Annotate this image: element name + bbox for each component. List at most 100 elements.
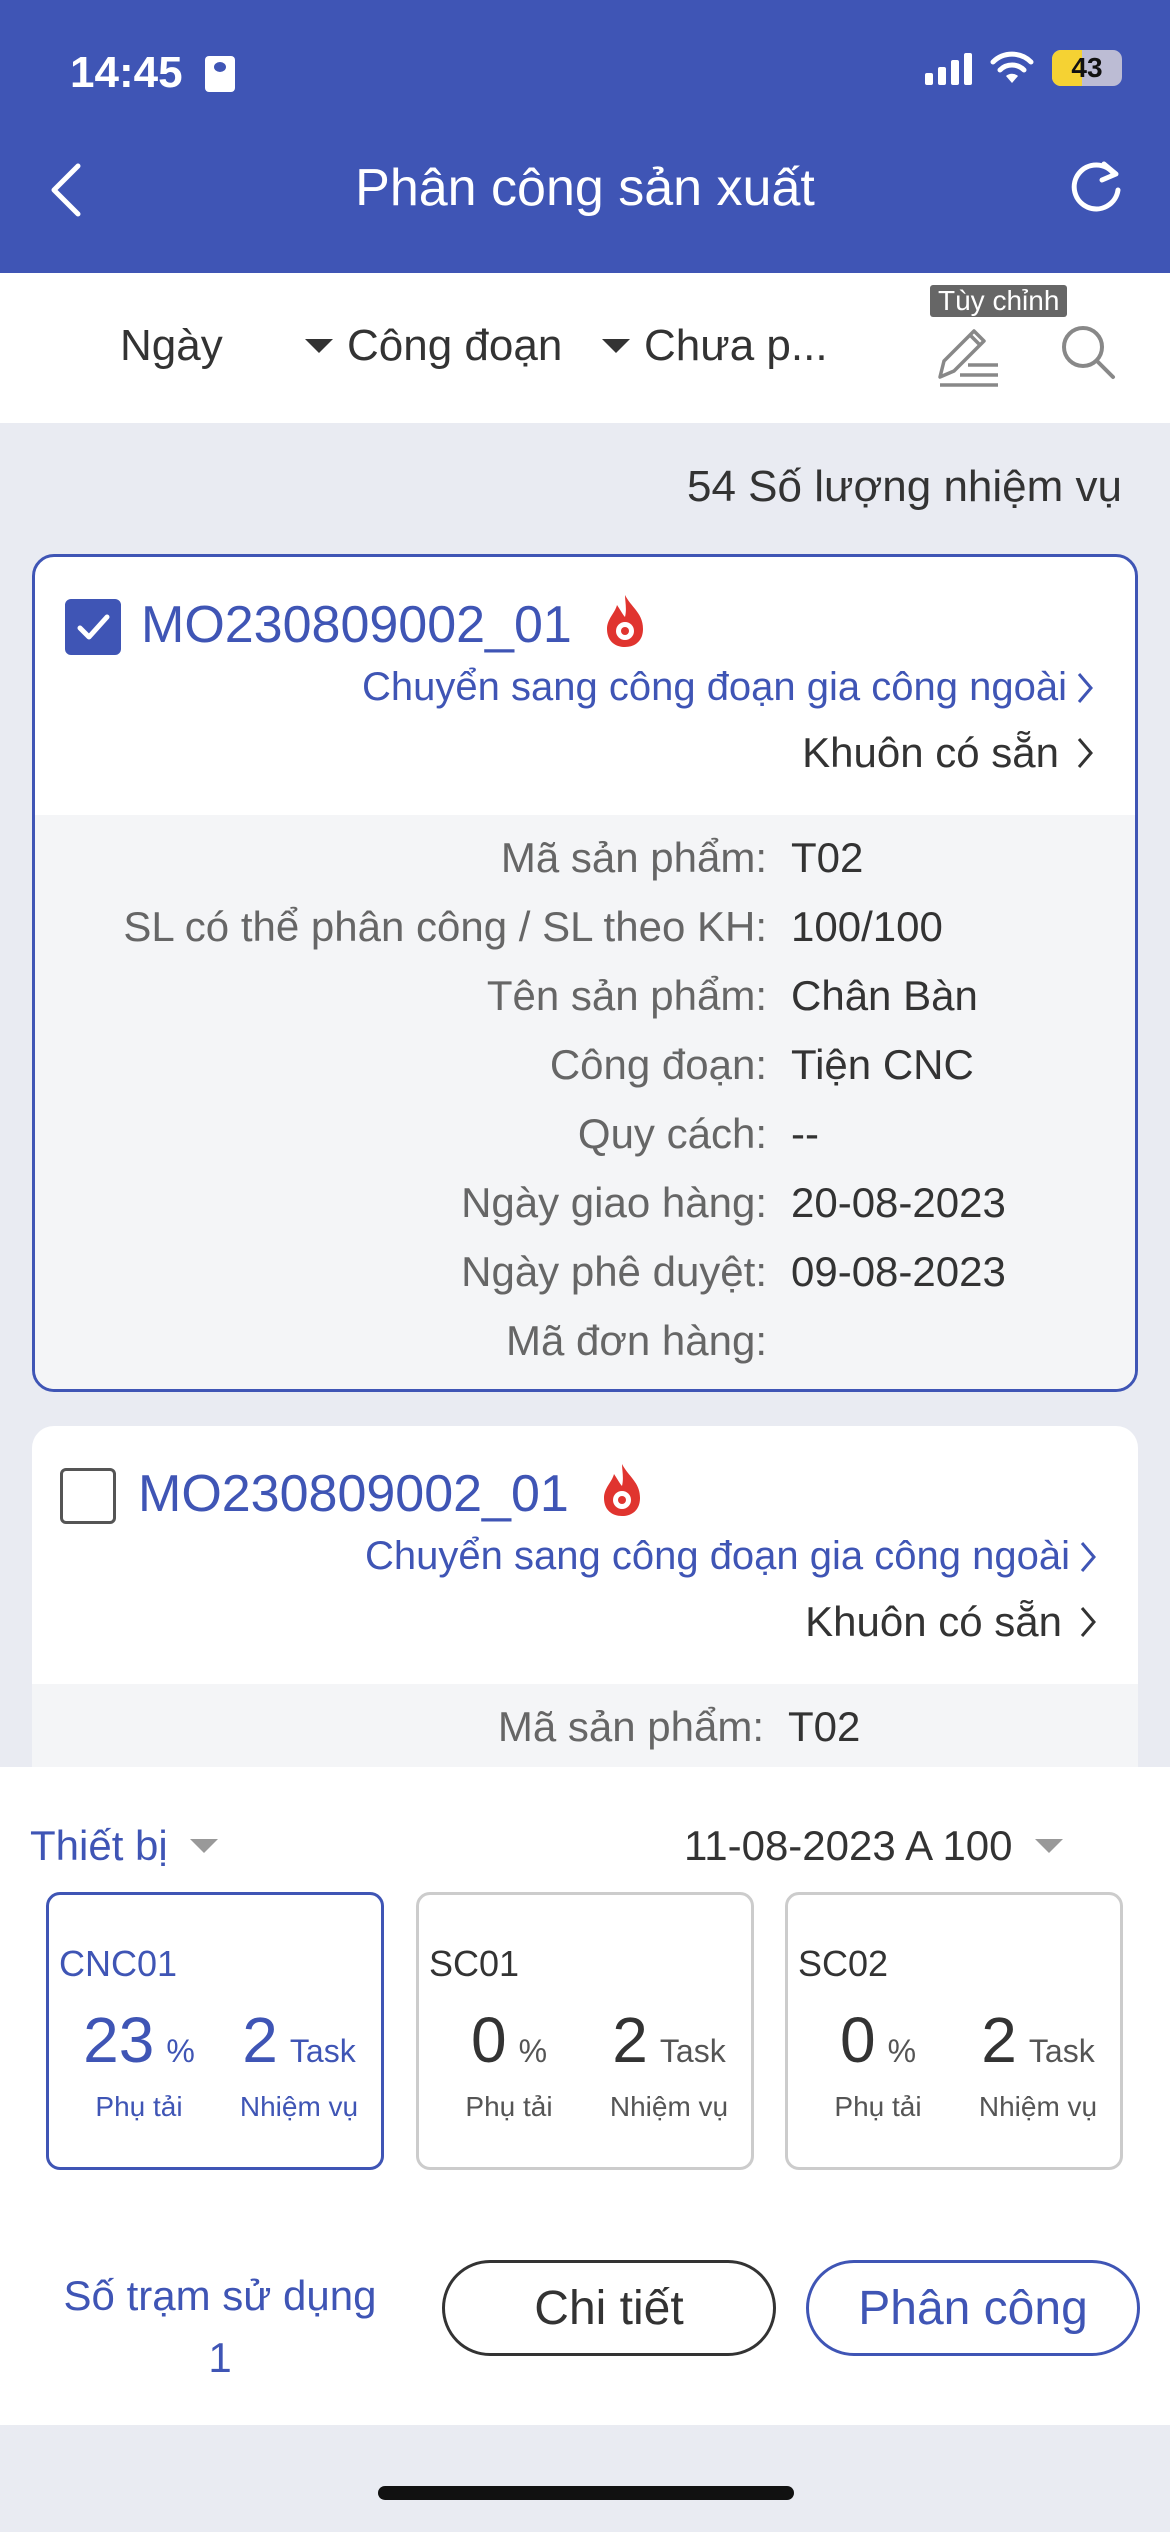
detail-row: Công đoạn: Tiện CNC bbox=[35, 1030, 1135, 1099]
detail-value: Tiện CNC bbox=[791, 1040, 974, 1088]
tasks-unit: Task bbox=[659, 2033, 726, 2069]
status-time: 14:45 bbox=[70, 48, 183, 97]
mold-link[interactable]: Khuôn có sẵn bbox=[805, 1598, 1098, 1646]
tasks-caption: Nhiệm vụ bbox=[239, 2091, 359, 2122]
outsource-link[interactable]: Chuyển sang công đoạn gia công ngoài bbox=[362, 665, 1095, 710]
detail-label: Ngày giao hàng: bbox=[461, 1178, 767, 1226]
task-checkbox[interactable] bbox=[65, 599, 121, 655]
home-indicator bbox=[378, 2486, 794, 2500]
detail-label: Công đoạn: bbox=[549, 1040, 767, 1088]
page-title: Phân công sản xuất bbox=[355, 159, 815, 217]
machine-card[interactable]: SC01 0% Phụ tải 2 Task Nhiệm vụ bbox=[416, 1892, 754, 2170]
battery-level: 43 bbox=[1071, 52, 1103, 83]
outsource-link-label: Chuyển sang công đoạn gia công ngoài bbox=[362, 665, 1067, 709]
wifi-icon bbox=[990, 51, 1034, 83]
status-filter-label: Chưa p... bbox=[644, 321, 828, 370]
chevron-right-icon bbox=[1077, 738, 1093, 768]
machine-tasks: 2 Task Nhiệm vụ bbox=[589, 2003, 749, 2123]
task-details: Mã sản phẩm: T02 bbox=[32, 1684, 1138, 1775]
machine-card[interactable]: SC02 0% Phụ tải 2 Task Nhiệm vụ bbox=[785, 1892, 1123, 2170]
detail-row: SL có thể phân công / SL theo KH: 100/100 bbox=[35, 892, 1135, 961]
chevron-right-icon bbox=[1080, 1541, 1096, 1572]
machine-load: 0% Phụ tải bbox=[439, 2003, 579, 2123]
detail-label: Quy cách: bbox=[577, 1109, 767, 1157]
status-filter[interactable]: Chưa p... bbox=[602, 321, 828, 371]
mold-link-label: Khuôn có sẵn bbox=[805, 1598, 1062, 1645]
filter-bar: Ngày Công đoạn Chưa p... Tùy chỉnh bbox=[0, 273, 1170, 423]
machine-load: 23% Phụ tải bbox=[69, 2003, 209, 2123]
detail-button[interactable]: Chi tiết bbox=[442, 2260, 776, 2356]
detail-value: T02 bbox=[791, 833, 864, 881]
device-dropdown-label: Thiết bị bbox=[30, 1822, 168, 1869]
tasks-unit: Task bbox=[1028, 2033, 1095, 2069]
machine-name: SC01 bbox=[429, 1943, 520, 1984]
tasks-value: 2 bbox=[612, 2004, 648, 2076]
mold-link[interactable]: Khuôn có sẵn bbox=[802, 729, 1095, 777]
machine-card[interactable]: CNC01 23% Phụ tải 2 Task Nhiệm vụ bbox=[46, 1892, 384, 2170]
detail-value: 20-08-2023 bbox=[791, 1178, 1006, 1226]
stations-label: Số trạm sử dụng bbox=[63, 2272, 377, 2319]
date-shift-label: 11-08-2023 A 100 bbox=[684, 1822, 1013, 1869]
tasks-unit: Task bbox=[289, 2033, 356, 2069]
task-card-header: MO230809002_01 Chuyển sang công đoạn gia… bbox=[32, 1426, 1138, 1684]
caret-down-icon bbox=[602, 339, 630, 353]
tasks-caption: Nhiệm vụ bbox=[978, 2091, 1098, 2122]
edit-list-icon[interactable] bbox=[930, 321, 1005, 391]
outsource-link-label: Chuyển sang công đoạn gia công ngoài bbox=[365, 1534, 1070, 1578]
task-card-header: MO230809002_01 Chuyển sang công đoạn gia… bbox=[35, 557, 1135, 815]
id-card-icon bbox=[205, 56, 235, 92]
detail-value: 100/100 bbox=[791, 902, 943, 950]
search-icon[interactable] bbox=[1057, 321, 1119, 383]
chevron-right-icon bbox=[1077, 672, 1093, 703]
mold-link-label: Khuôn có sẵn bbox=[802, 729, 1059, 776]
detail-value: T02 bbox=[788, 1702, 861, 1750]
load-unit: % bbox=[887, 2033, 917, 2069]
order-code: MO230809002_01 bbox=[141, 596, 572, 654]
task-card[interactable]: MO230809002_01 Chuyển sang công đoạn gia… bbox=[32, 554, 1138, 1392]
load-value: 23 bbox=[83, 2004, 155, 2076]
header: 14:45 43 Phân công sản xuất bbox=[0, 0, 1170, 273]
detail-row: Mã sản phẩm: T02 bbox=[32, 1692, 1138, 1761]
outsource-link[interactable]: Chuyển sang công đoạn gia công ngoài bbox=[365, 1534, 1098, 1579]
detail-label: Mã đơn hàng: bbox=[505, 1316, 767, 1364]
detail-row: Quy cách: -- bbox=[35, 1099, 1135, 1168]
load-caption: Phụ tải bbox=[465, 2091, 553, 2122]
detail-row: Tên sản phẩm: Chân Bàn bbox=[35, 961, 1135, 1030]
machine-tasks: 2 Task Nhiệm vụ bbox=[958, 2003, 1118, 2123]
device-panel: Thiết bị 11-08-2023 A 100 CNC01 23% Phụ … bbox=[0, 1767, 1170, 2220]
task-checkbox[interactable] bbox=[60, 1468, 116, 1524]
detail-label: SL có thể phân công / SL theo KH: bbox=[123, 902, 767, 950]
load-unit: % bbox=[518, 2033, 548, 2069]
task-card[interactable]: MO230809002_01 Chuyển sang công đoạn gia… bbox=[32, 1426, 1138, 1826]
machine-load: 0% Phụ tải bbox=[808, 2003, 948, 2123]
detail-row: Ngày giao hàng: 20-08-2023 bbox=[35, 1168, 1135, 1237]
detail-value: 09-08-2023 bbox=[791, 1247, 1006, 1295]
detail-row: Mã đơn hàng: bbox=[35, 1306, 1135, 1375]
task-details: Mã sản phẩm: T02 SL có thể phân công / SL… bbox=[35, 815, 1135, 1389]
refresh-icon[interactable] bbox=[1066, 156, 1128, 218]
detail-value: -- bbox=[791, 1109, 819, 1157]
machine-tasks: 2 Task Nhiệm vụ bbox=[219, 2003, 379, 2123]
urgent-fire-icon bbox=[604, 1464, 640, 1516]
date-filter[interactable]: Ngày bbox=[120, 321, 223, 371]
stage-filter[interactable]: Công đoạn bbox=[305, 321, 562, 371]
stations-used: Số trạm sử dụng 1 bbox=[30, 2265, 410, 2389]
detail-label: Ngày phê duyệt: bbox=[461, 1247, 767, 1295]
caret-down-icon bbox=[189, 1839, 218, 1853]
load-caption: Phụ tải bbox=[834, 2091, 922, 2122]
detail-row: Ngày phê duyệt: 09-08-2023 bbox=[35, 1237, 1135, 1306]
date-shift-dropdown[interactable]: 11-08-2023 A 100 bbox=[684, 1822, 1063, 1870]
stage-filter-label: Công đoạn bbox=[347, 321, 563, 370]
machine-name: CNC01 bbox=[59, 1943, 178, 1984]
customize-tooltip: Tùy chỉnh bbox=[930, 285, 1068, 317]
detail-label: Mã sản phẩm: bbox=[500, 833, 767, 881]
cellular-signal-icon bbox=[925, 51, 972, 85]
detail-label: Tên sản phẩm: bbox=[486, 971, 767, 1019]
action-footer: Số trạm sử dụng 1 Chi tiết Phân công bbox=[0, 2220, 1170, 2425]
detail-value: Chân Bàn bbox=[791, 971, 978, 1019]
chevron-right-icon bbox=[1080, 1607, 1096, 1637]
assign-button[interactable]: Phân công bbox=[806, 2260, 1140, 2356]
battery-icon: 43 bbox=[1052, 50, 1122, 86]
tasks-value: 2 bbox=[981, 2004, 1017, 2076]
device-dropdown[interactable]: Thiết bị bbox=[30, 1822, 218, 1870]
